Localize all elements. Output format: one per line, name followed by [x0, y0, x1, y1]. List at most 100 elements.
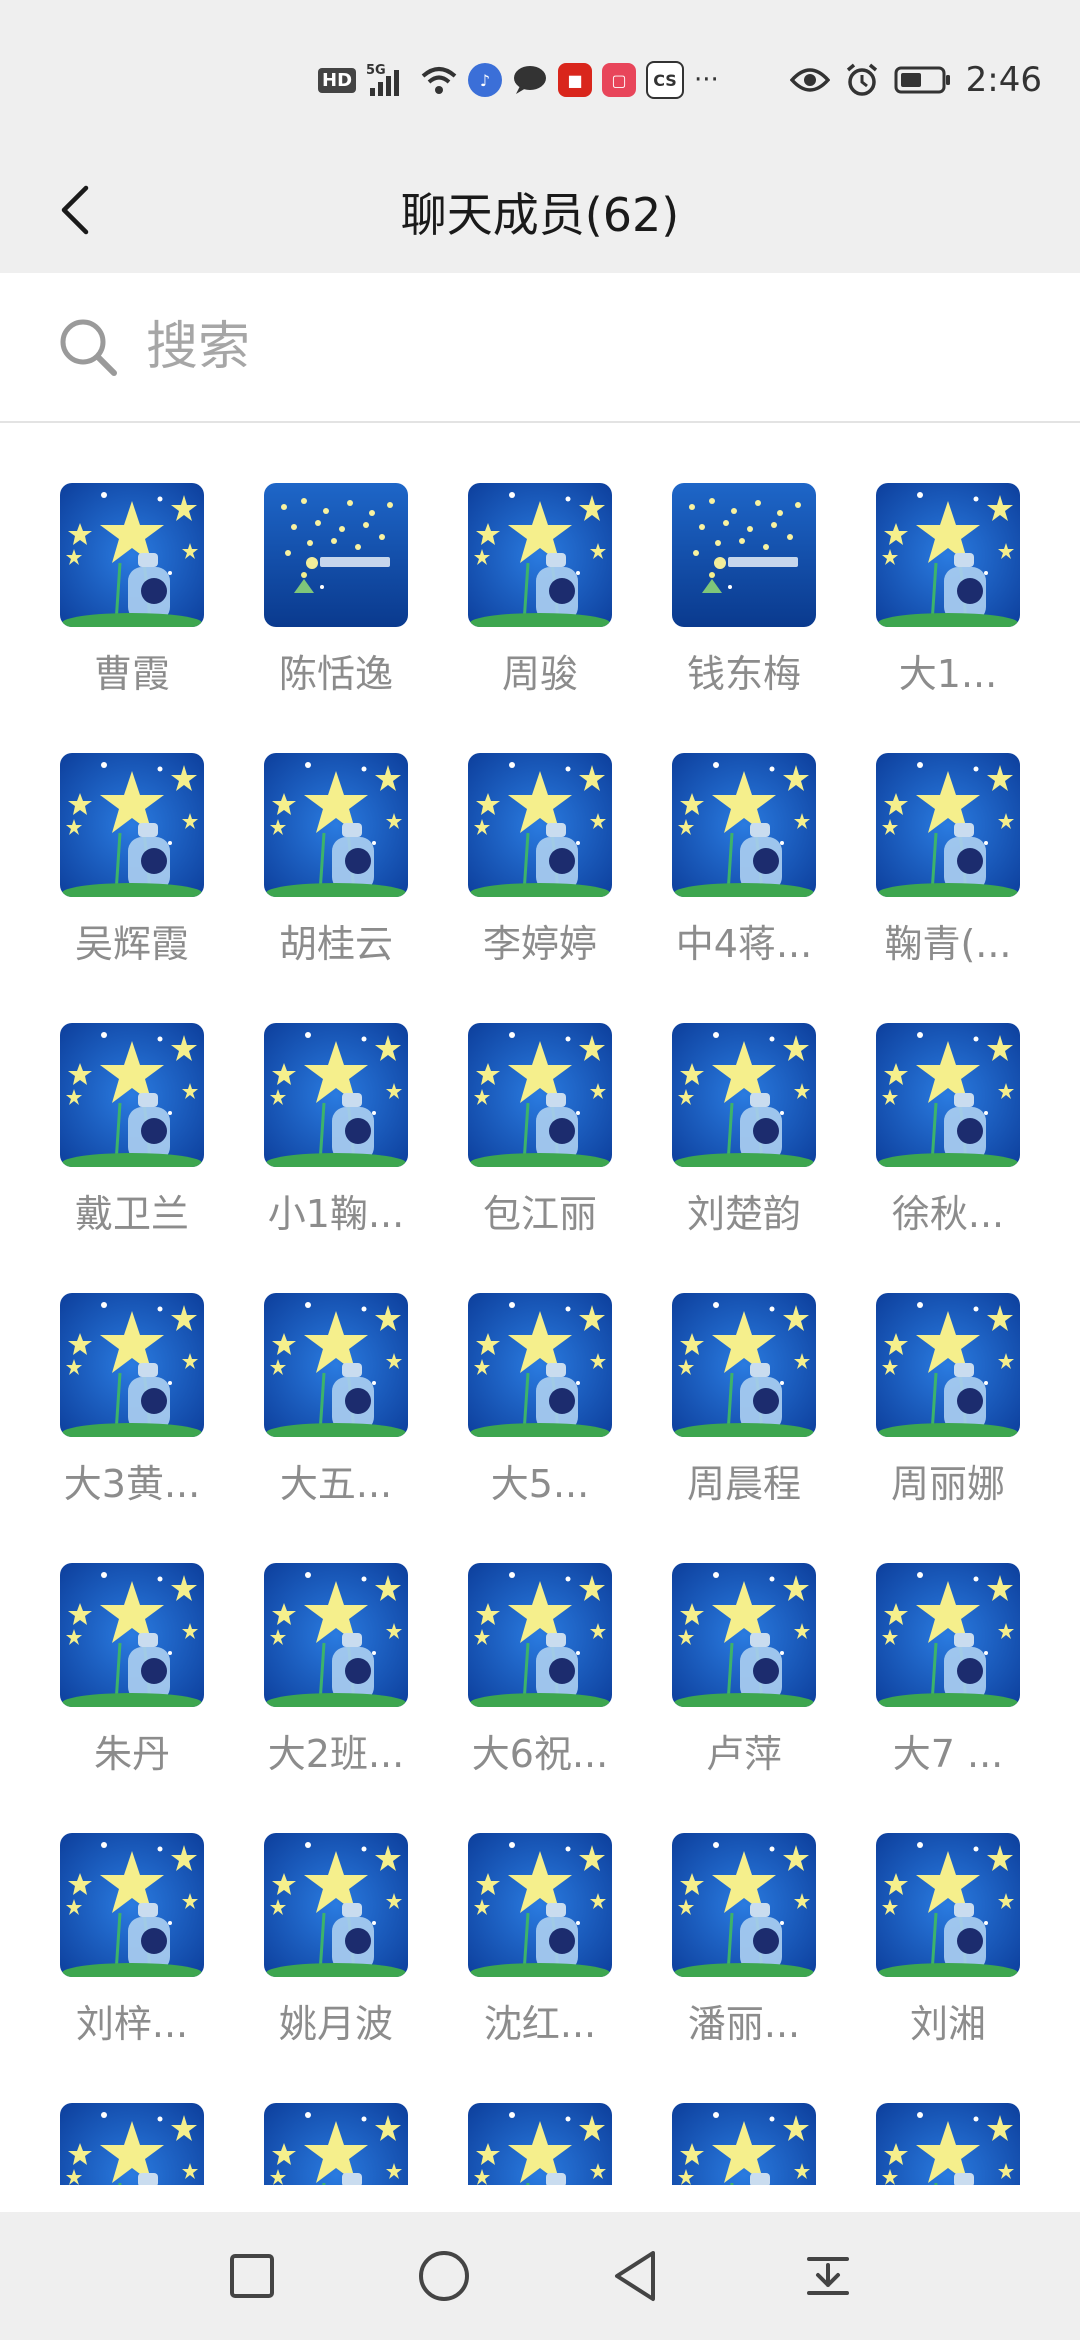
- member-name: 徐秋...: [891, 1192, 1005, 1236]
- member-item[interactable]: 卢萍: [672, 1563, 816, 1776]
- member-item[interactable]: 小1鞠...: [264, 1023, 408, 1236]
- member-name: 刘楚韵: [686, 1192, 801, 1236]
- member-name: 大五...: [279, 1462, 393, 1506]
- avatar-star-bottle-icon: [672, 1023, 816, 1167]
- avatar-star-bottle-icon: [672, 2103, 816, 2185]
- member-name: 鞠青(...: [884, 922, 1012, 966]
- avatar-star-bottle-icon: [264, 2103, 408, 2185]
- member-name: 钱东梅: [686, 652, 801, 696]
- member-item[interactable]: 徐秋...: [876, 1023, 1020, 1236]
- member-item[interactable]: 钱东梅: [672, 483, 816, 696]
- member-name: 刘梓...: [75, 2002, 189, 2046]
- member-item[interactable]: 周骏: [468, 483, 612, 696]
- notification-pull-icon[interactable]: [800, 2248, 856, 2304]
- back-button[interactable]: [36, 170, 116, 250]
- avatar-star-bottle-icon: [264, 1023, 408, 1167]
- member-item[interactable]: 戴卫兰: [60, 1023, 204, 1236]
- avatar-star-bottle-icon: [264, 1563, 408, 1707]
- recents-square-icon[interactable]: [224, 2248, 280, 2304]
- member-item[interactable]: 刘湘: [876, 1833, 1020, 2046]
- chat-icon: [512, 64, 548, 96]
- member-item[interactable]: 周丽娜: [876, 1293, 1020, 1506]
- back-triangle-icon[interactable]: [608, 2248, 664, 2304]
- avatar-star-bottle-icon: [468, 1833, 612, 1977]
- search-icon: [60, 319, 117, 376]
- member-name: 曹霞: [93, 652, 170, 696]
- music-icon: ♪: [468, 63, 503, 97]
- member-item[interactable]: 沈红...: [468, 1833, 612, 2046]
- avatar-star-bottle-icon: [264, 1833, 408, 1977]
- member-item[interactable]: 胡桂云: [264, 753, 408, 966]
- chevron-left-icon: [61, 185, 89, 235]
- avatar-star-bottle-icon: [876, 1023, 1020, 1167]
- member-name: 周丽娜: [890, 1462, 1005, 1506]
- member-item[interactable]: 大3黄...: [60, 1293, 204, 1506]
- alarm-icon: [844, 62, 880, 98]
- member-name: 姚月波: [278, 2002, 393, 2046]
- avatar-star-bottle-icon: [60, 1563, 204, 1707]
- member-name: 周晨程: [686, 1462, 801, 1506]
- member-item[interactable]: 大7 ...: [876, 1563, 1020, 1776]
- member-name: 大6祝...: [471, 1732, 609, 1776]
- avatar-night-sky-icon: [672, 483, 816, 627]
- member-item[interactable]: 包江丽: [468, 1023, 612, 1236]
- avatar-star-bottle-icon: [672, 753, 816, 897]
- member-name: 大1...: [898, 652, 998, 696]
- member-name: 大3黄...: [63, 1462, 201, 1506]
- member-item[interactable]: [672, 2103, 816, 2185]
- system-nav-bar: [0, 2212, 1080, 2340]
- status-time: 2:46: [965, 60, 1042, 100]
- member-grid: 曹霞 陈恬逸 周骏 钱东梅 大1... 吴辉霞 胡桂云 李婷婷 中4蒋... 鞠青(... 戴卫兰 小…: [60, 483, 1020, 2185]
- member-item[interactable]: 朱丹: [60, 1563, 204, 1776]
- member-item[interactable]: 刘梓...: [60, 1833, 204, 2046]
- member-name: 包江丽: [482, 1192, 597, 1236]
- avatar-star-bottle-icon: [264, 753, 408, 897]
- search-bar[interactable]: [0, 273, 1080, 423]
- member-item[interactable]: 潘丽...: [672, 1833, 816, 2046]
- member-name: 戴卫兰: [74, 1192, 189, 1236]
- member-item[interactable]: 大1...: [876, 483, 1020, 696]
- member-item[interactable]: 周晨程: [672, 1293, 816, 1506]
- member-name: 朱丹: [93, 1732, 170, 1776]
- avatar-star-bottle-icon: [468, 483, 612, 627]
- avatar-night-sky-icon: [264, 483, 408, 627]
- member-name: 大7 ...: [892, 1732, 1004, 1776]
- member-item[interactable]: 曹霞: [60, 483, 204, 696]
- home-circle-icon[interactable]: [416, 2248, 472, 2304]
- member-item[interactable]: 大5...: [468, 1293, 612, 1506]
- member-item[interactable]: [264, 2103, 408, 2185]
- member-grid-container[interactable]: 曹霞 陈恬逸 周骏 钱东梅 大1... 吴辉霞 胡桂云 李婷婷 中4蒋... 鞠青(... 戴卫兰 小…: [0, 423, 1080, 2185]
- member-item[interactable]: 李婷婷: [468, 753, 612, 966]
- member-item[interactable]: 大2班...: [264, 1563, 408, 1776]
- cs-icon: CS: [646, 61, 685, 99]
- member-name: 大5...: [490, 1462, 590, 1506]
- member-item[interactable]: [60, 2103, 204, 2185]
- search-input[interactable]: [144, 316, 948, 378]
- signal-icon: 5G: [366, 62, 410, 98]
- app-pink-icon: ▢: [602, 63, 637, 97]
- avatar-star-bottle-icon: [876, 2103, 1020, 2185]
- member-name: 刘湘: [909, 2002, 986, 2046]
- avatar-star-bottle-icon: [468, 753, 612, 897]
- member-name: 卢萍: [705, 1732, 782, 1776]
- member-name: 周骏: [501, 652, 578, 696]
- member-item[interactable]: 中4蒋...: [672, 753, 816, 966]
- avatar-star-bottle-icon: [876, 483, 1020, 627]
- member-item[interactable]: 鞠青(...: [876, 753, 1020, 966]
- member-item[interactable]: 吴辉霞: [60, 753, 204, 966]
- member-item[interactable]: [468, 2103, 612, 2185]
- member-item[interactable]: 刘楚韵: [672, 1023, 816, 1236]
- avatar-star-bottle-icon: [60, 1023, 204, 1167]
- member-name: 大2班...: [267, 1732, 405, 1776]
- member-item[interactable]: 姚月波: [264, 1833, 408, 2046]
- avatar-star-bottle-icon: [60, 1833, 204, 1977]
- member-item[interactable]: 大6祝...: [468, 1563, 612, 1776]
- avatar-star-bottle-icon: [60, 483, 204, 627]
- avatar-star-bottle-icon: [672, 1293, 816, 1437]
- member-item[interactable]: 大五...: [264, 1293, 408, 1506]
- app-header: 聊天成员(62): [0, 150, 1080, 273]
- member-item[interactable]: [876, 2103, 1020, 2185]
- member-name: 沈红...: [483, 2002, 597, 2046]
- member-item[interactable]: 陈恬逸: [264, 483, 408, 696]
- avatar-star-bottle-icon: [468, 1023, 612, 1167]
